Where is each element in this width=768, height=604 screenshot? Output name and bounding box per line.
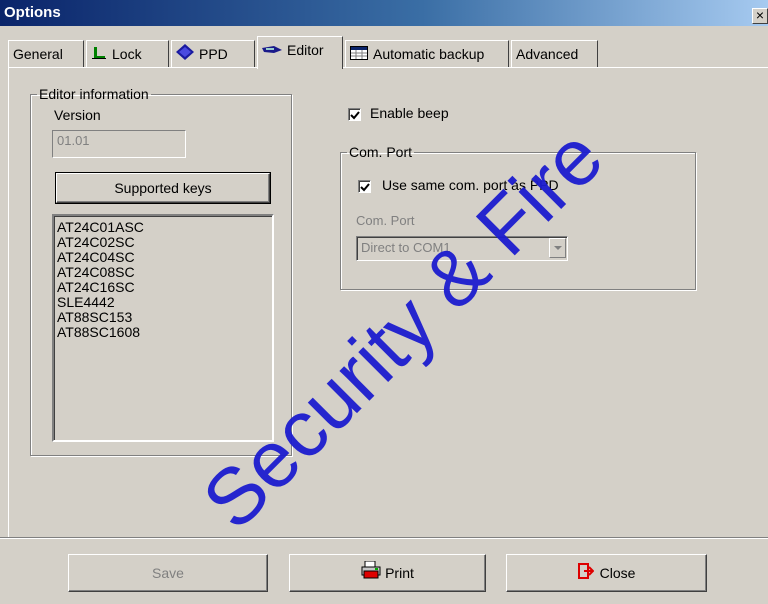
use-same-com-port-checkbox[interactable] xyxy=(358,180,371,193)
tab-general[interactable]: General xyxy=(8,40,84,68)
lock-icon xyxy=(91,42,107,68)
tab-automatic-backup[interactable]: Automatic backup xyxy=(345,40,509,68)
print-label: Print xyxy=(385,565,414,581)
chevron-down-icon xyxy=(554,246,562,250)
list-item[interactable]: AT88SC153 xyxy=(57,310,269,325)
save-button[interactable]: Save xyxy=(68,554,268,592)
enable-beep-checkbox[interactable] xyxy=(348,108,361,121)
tab-label: General xyxy=(13,46,63,62)
save-label: Save xyxy=(152,565,184,581)
close-label: Close xyxy=(599,565,636,581)
group-legend: Editor information xyxy=(39,86,149,102)
list-item[interactable]: AT24C04SC xyxy=(57,250,269,265)
list-item[interactable]: AT24C16SC xyxy=(57,280,269,295)
editor-icon xyxy=(262,38,282,64)
com-port-select[interactable]: Direct to COM1 xyxy=(356,236,568,261)
calendar-icon xyxy=(350,42,368,68)
com-port-label: Com. Port xyxy=(356,213,415,228)
tab-label: Automatic backup xyxy=(373,46,485,62)
dropdown-button[interactable] xyxy=(549,238,566,258)
list-item[interactable]: AT24C08SC xyxy=(57,265,269,280)
enable-beep-label[interactable]: Enable beep xyxy=(370,105,449,121)
checkmark-icon xyxy=(350,111,360,120)
com-port-value: Direct to COM1 xyxy=(361,240,451,255)
list-item[interactable]: AT24C02SC xyxy=(57,235,269,250)
tab-label: Editor xyxy=(287,42,324,58)
title-bar: Options xyxy=(0,0,768,26)
close-window-button[interactable]: × xyxy=(752,8,768,24)
tab-editor[interactable]: Editor xyxy=(257,36,343,69)
list-item[interactable]: AT88SC1608 xyxy=(57,325,269,340)
version-label: Version xyxy=(54,107,101,123)
options-window: Options × General Lock PPD Editor Automa… xyxy=(0,0,768,604)
tab-advanced[interactable]: Advanced xyxy=(511,40,598,68)
window-title: Options xyxy=(4,4,61,21)
tab-label: Lock xyxy=(112,46,142,62)
checkmark-icon xyxy=(360,183,370,192)
exit-icon xyxy=(577,556,595,592)
tab-label: Advanced xyxy=(516,46,579,62)
supported-keys-button[interactable]: Supported keys xyxy=(55,172,271,204)
group-legend: Com. Port xyxy=(349,144,413,160)
version-field: 01.01 xyxy=(52,130,186,158)
tab-lock[interactable]: Lock xyxy=(86,40,169,68)
close-button[interactable]: Close xyxy=(506,554,707,592)
tab-label: PPD xyxy=(199,46,228,62)
print-button[interactable]: Print xyxy=(289,554,486,592)
list-item[interactable]: SLE4442 xyxy=(57,295,269,310)
supported-keys-list[interactable]: AT24C01ASC AT24C02SC AT24C04SC AT24C08SC… xyxy=(52,214,274,442)
separator xyxy=(0,537,768,539)
tab-ppd[interactable]: PPD xyxy=(171,40,255,68)
use-same-com-port-label[interactable]: Use same com. port as PPD xyxy=(382,177,559,193)
printer-icon xyxy=(361,556,381,592)
ppd-icon xyxy=(176,42,194,68)
list-item[interactable]: AT24C01ASC xyxy=(57,220,269,235)
